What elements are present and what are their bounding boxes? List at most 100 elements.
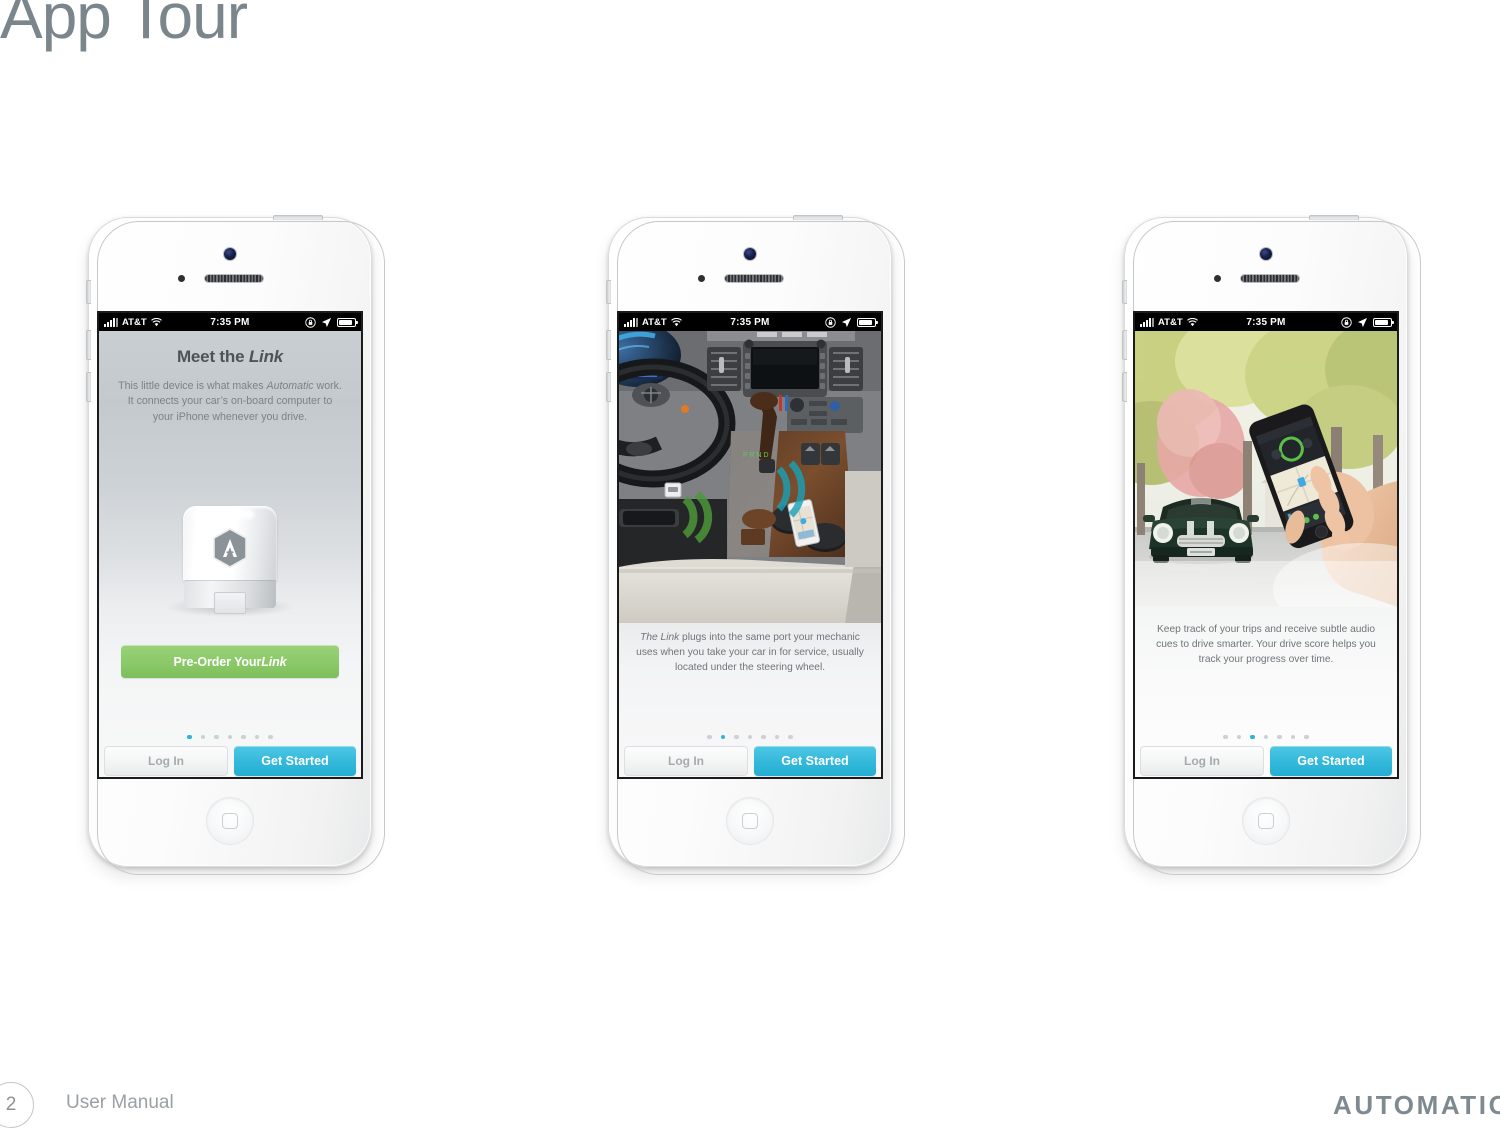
power-button[interactable] bbox=[793, 215, 843, 220]
car-interior-photo: P R N D bbox=[619, 331, 881, 623]
volume-up-button[interactable] bbox=[1122, 330, 1127, 360]
phone-body: AT&T 7:35 PM bbox=[86, 215, 385, 875]
page-dot[interactable] bbox=[241, 734, 246, 739]
status-bar-time: 7:35 PM bbox=[210, 316, 250, 328]
proximity-sensor-icon bbox=[698, 275, 705, 282]
power-button[interactable] bbox=[273, 215, 323, 220]
front-camera-icon bbox=[744, 248, 756, 260]
home-button[interactable] bbox=[207, 798, 253, 844]
brand-wordmark: AUTOMATIC bbox=[1333, 1090, 1500, 1120]
slide-caption-italic: The Link bbox=[640, 632, 680, 643]
slide-body-text: This little device is what makes Automat… bbox=[117, 379, 343, 425]
page-dot[interactable] bbox=[214, 734, 219, 739]
pre-order-label-italic: Link bbox=[261, 654, 287, 669]
slide-caption: The Link plugs into the same port your m… bbox=[633, 631, 867, 675]
volume-down-button[interactable] bbox=[1122, 372, 1127, 402]
get-started-button[interactable]: Get Started bbox=[754, 746, 876, 776]
earpiece-speaker-icon bbox=[205, 275, 263, 282]
page-dot[interactable] bbox=[227, 734, 233, 739]
phone-mockup-3: AT&T 7:35 PM Keep track of your trips an… bbox=[1114, 212, 1421, 875]
page-canvas: App Tour AT&T 7:35 PM Meet the Link This… bbox=[0, 0, 1500, 1130]
silent-switch[interactable] bbox=[86, 280, 91, 304]
battery-icon bbox=[337, 317, 358, 327]
phone-mockup-1: AT&T 7:35 PM Meet the Link This little d… bbox=[78, 212, 385, 875]
volume-up-button[interactable] bbox=[86, 330, 91, 360]
page-dot[interactable] bbox=[761, 734, 766, 739]
screen-content-1: Meet the Link This little device is what… bbox=[99, 331, 361, 777]
page-dot[interactable] bbox=[200, 734, 206, 739]
status-bar: AT&T 7:35 PM bbox=[1135, 313, 1397, 331]
screen-footer-1: Log In Get Started bbox=[104, 746, 356, 776]
phone-mockups-row: AT&T 7:35 PM Meet the Link This little d… bbox=[0, 212, 1500, 875]
page-dot[interactable] bbox=[1263, 734, 1269, 739]
page-dot[interactable] bbox=[1250, 734, 1255, 739]
page-dot[interactable] bbox=[1304, 734, 1309, 739]
page-dot[interactable] bbox=[1223, 734, 1228, 739]
page-dots-2[interactable] bbox=[619, 734, 881, 739]
earpiece-speaker-icon bbox=[1241, 275, 1299, 282]
link-device-illustration bbox=[165, 506, 295, 617]
status-bar-time: 7:35 PM bbox=[1246, 316, 1286, 328]
page-dot[interactable] bbox=[720, 734, 726, 739]
slide-body-italic: Automatic bbox=[266, 380, 314, 392]
page-dot[interactable] bbox=[268, 734, 273, 739]
status-bar-time: 7:35 PM bbox=[730, 316, 770, 328]
page-dot[interactable] bbox=[734, 734, 739, 739]
screen-content-2: P R N D The Link plugs into the same por… bbox=[619, 331, 881, 777]
phone-body: AT&T 7:35 PM bbox=[606, 215, 905, 875]
page-dot[interactable] bbox=[747, 734, 753, 739]
slide-heading: Meet the Link bbox=[99, 347, 361, 367]
phone-screen-3: AT&T 7:35 PM Keep track of your trips an… bbox=[1133, 311, 1399, 779]
page-number-badge: 2 bbox=[0, 1082, 34, 1128]
link-device-plug bbox=[214, 592, 246, 614]
proximity-sensor-icon bbox=[178, 275, 185, 282]
get-started-button[interactable]: Get Started bbox=[234, 746, 356, 776]
log-in-button[interactable]: Log In bbox=[1140, 746, 1264, 776]
log-in-button[interactable]: Log In bbox=[104, 746, 228, 776]
proximity-sensor-icon bbox=[1214, 275, 1221, 282]
page-dots-1[interactable] bbox=[99, 734, 361, 739]
slide-caption: Keep track of your trips and receive sub… bbox=[1156, 624, 1376, 665]
page-dot[interactable] bbox=[707, 734, 712, 739]
front-camera-icon bbox=[1260, 248, 1272, 260]
phone-body: AT&T 7:35 PM bbox=[1122, 215, 1421, 875]
screen-footer-3: Log In Get Started bbox=[1140, 746, 1392, 776]
home-button-square-icon bbox=[742, 813, 758, 829]
pre-order-label-pre: Pre-Order Your bbox=[173, 654, 262, 669]
page-dot[interactable] bbox=[1290, 734, 1296, 739]
status-bar: AT&T 7:35 PM bbox=[619, 313, 881, 331]
front-camera-icon bbox=[224, 248, 236, 260]
phone-screen-1: AT&T 7:35 PM Meet the Link This little d… bbox=[97, 311, 363, 779]
street-scene-photo bbox=[1135, 331, 1397, 607]
screen-content-3: Keep track of your trips and receive sub… bbox=[1135, 331, 1397, 777]
power-button[interactable] bbox=[1309, 215, 1359, 220]
slide-heading-italic: Link bbox=[248, 347, 284, 366]
silent-switch[interactable] bbox=[1122, 280, 1127, 304]
volume-down-button[interactable] bbox=[86, 372, 91, 402]
phone-screen-2: AT&T 7:35 PM P R N D The Link plugs into… bbox=[617, 311, 883, 779]
page-dot[interactable] bbox=[1236, 734, 1242, 739]
home-button-square-icon bbox=[1258, 813, 1274, 829]
home-button-square-icon bbox=[222, 813, 238, 829]
page-dots-3[interactable] bbox=[1135, 734, 1397, 739]
battery-icon bbox=[857, 317, 878, 327]
volume-up-button[interactable] bbox=[606, 330, 611, 360]
document-label: User Manual bbox=[66, 1092, 174, 1113]
home-button[interactable] bbox=[1243, 798, 1289, 844]
page-dot[interactable] bbox=[774, 734, 780, 739]
page-dot[interactable] bbox=[254, 734, 260, 739]
get-started-button[interactable]: Get Started bbox=[1270, 746, 1392, 776]
log-in-button[interactable]: Log In bbox=[624, 746, 748, 776]
page-footer: 2 User Manual AUTOMATIC bbox=[0, 1068, 1500, 1130]
screen-footer-2: Log In Get Started bbox=[624, 746, 876, 776]
page-dot[interactable] bbox=[788, 734, 793, 739]
pre-order-link-button[interactable]: Pre-Order Your Link bbox=[121, 645, 339, 678]
page-dot[interactable] bbox=[187, 734, 192, 739]
phone-mockup-2: AT&T 7:35 PM P R N D The Link plugs into… bbox=[598, 212, 905, 875]
volume-down-button[interactable] bbox=[606, 372, 611, 402]
silent-switch[interactable] bbox=[606, 280, 611, 304]
slide-heading-plain: Meet the bbox=[176, 347, 249, 366]
page-dot[interactable] bbox=[1277, 734, 1282, 739]
home-button[interactable] bbox=[727, 798, 773, 844]
earpiece-speaker-icon bbox=[725, 275, 783, 282]
